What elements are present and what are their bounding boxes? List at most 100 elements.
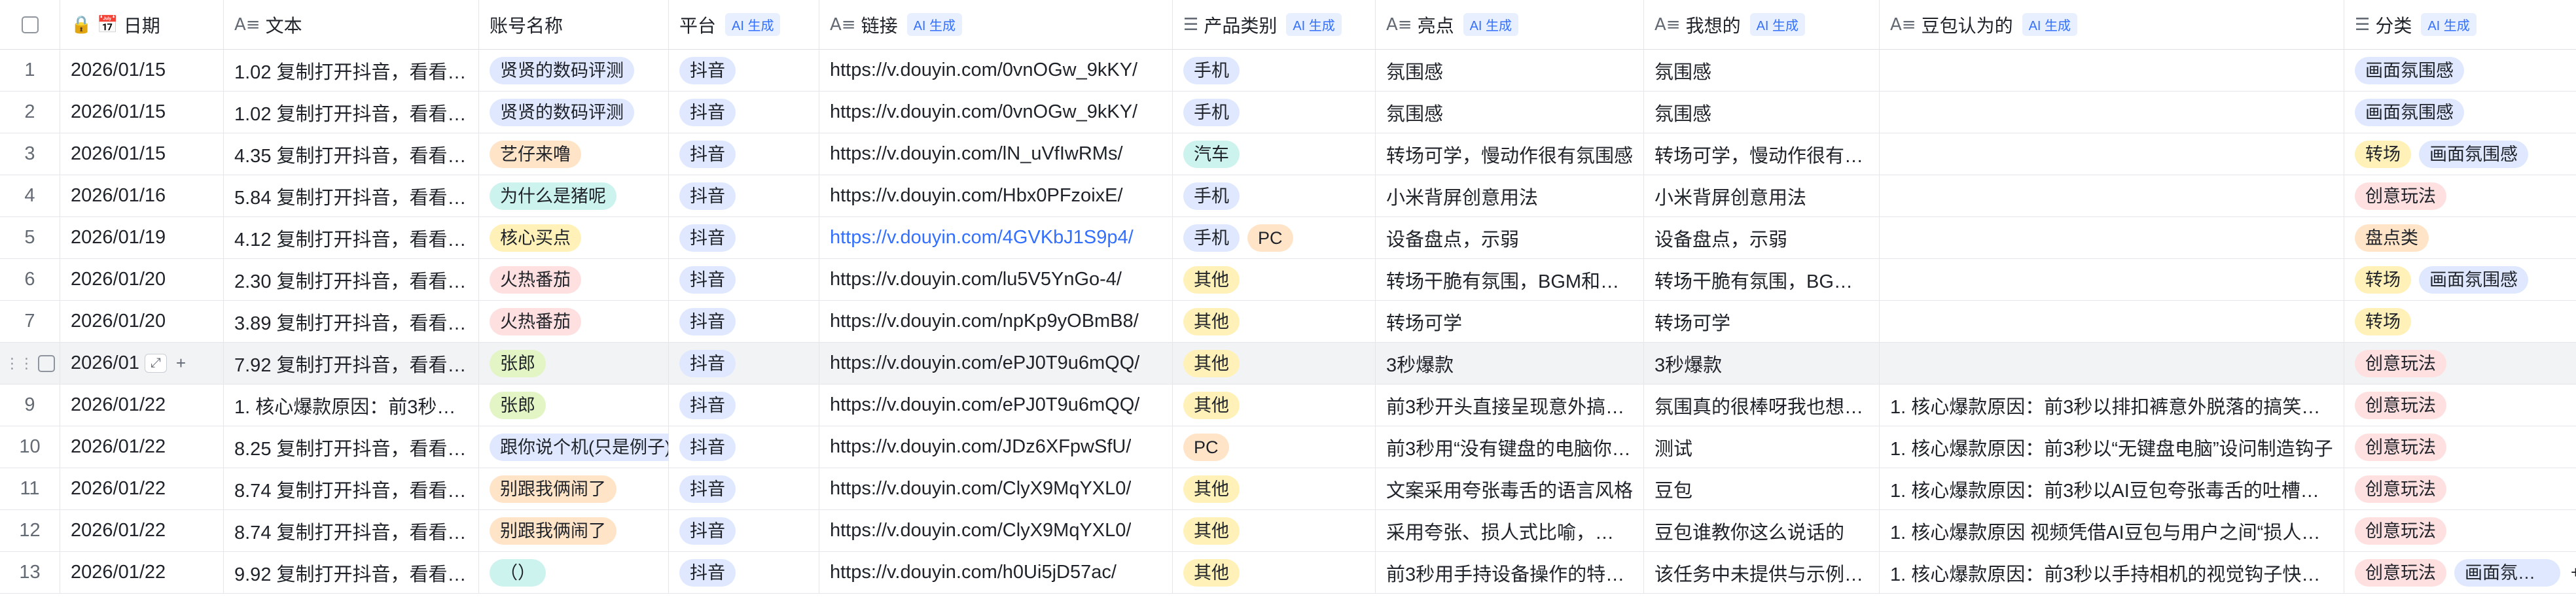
doubao-cell[interactable]: [1880, 259, 2344, 300]
platform-cell[interactable]: 抖音: [669, 133, 819, 175]
classify-cell[interactable]: 画面氛围感: [2344, 92, 2576, 133]
platform-cell[interactable]: 抖音: [669, 217, 819, 258]
link-cell[interactable]: https://v.douyin.com/0vnOGw_9kKY/: [819, 50, 1173, 91]
account-cell[interactable]: 艺仔来噜: [479, 133, 669, 175]
thoughts-cell[interactable]: 设备盘点，示弱: [1644, 217, 1880, 258]
category-cell[interactable]: 其他: [1173, 301, 1376, 342]
date-cell[interactable]: 2026/01/19: [60, 217, 224, 258]
link-cell[interactable]: https://v.douyin.com/Hbx0PFzoixE/: [819, 175, 1173, 216]
date-cell[interactable]: 2026/01/20: [60, 301, 224, 342]
thoughts-cell[interactable]: 转场干脆有氛围，BGM和转场卡点: [1644, 259, 1880, 300]
platform-cell[interactable]: 抖音: [669, 301, 819, 342]
classify-cell[interactable]: 创意玩法画面氛围感 +1: [2344, 552, 2576, 593]
link-cell[interactable]: https://v.douyin.com/h0Ui5jD57ac/: [819, 552, 1173, 593]
row-index-cell[interactable]: 7: [0, 301, 60, 342]
doubao-cell[interactable]: 1. 核心爆款原因：前3秒以AI豆包夸张毒舌的吐槽制造反差: [1880, 468, 2344, 509]
date-cell[interactable]: 2026/01/20: [60, 259, 224, 300]
classify-cell[interactable]: 盘点类: [2344, 217, 2576, 258]
link-value[interactable]: https://v.douyin.com/4GVKbJ1S9p4/: [830, 227, 1134, 248]
date-cell[interactable]: 2026/01/15: [60, 50, 224, 91]
platform-cell[interactable]: 抖音: [669, 468, 819, 509]
account-cell[interactable]: 贤贤的数码评测: [479, 92, 669, 133]
thoughts-cell[interactable]: 3秒爆款: [1644, 343, 1880, 384]
doubao-cell[interactable]: [1880, 343, 2344, 384]
row-index-cell[interactable]: 11: [0, 468, 60, 509]
link-cell[interactable]: https://v.douyin.com/npKp9yOBmB8/: [819, 301, 1173, 342]
category-cell[interactable]: 汽车: [1173, 133, 1376, 175]
account-cell[interactable]: 张郎: [479, 385, 669, 426]
link-cell[interactable]: https://v.douyin.com/4GVKbJ1S9p4/: [819, 217, 1173, 258]
row-index-cell[interactable]: 5: [0, 217, 60, 258]
row-index-cell[interactable]: 10: [0, 426, 60, 468]
platform-cell[interactable]: 抖音: [669, 426, 819, 468]
text-cell[interactable]: 8.74 复制打开抖音，看看【别跟我俩闹了的作品】: [224, 510, 479, 551]
link-value[interactable]: https://v.douyin.com/ClyX9MqYXL0/: [830, 478, 1131, 500]
col-header-account[interactable]: 账号名称: [479, 0, 669, 49]
highlight-cell[interactable]: 前3秒用“没有键盘的电脑你见过吗”: [1376, 426, 1644, 468]
doubao-cell[interactable]: 1. 核心爆款原因：前3秒以“无键盘电脑”设问制造钩子: [1880, 426, 2344, 468]
row-index-cell[interactable]: 1: [0, 50, 60, 91]
category-cell[interactable]: 手机 PC: [1173, 217, 1376, 258]
col-header-link[interactable]: A≡ 链接 AI 生成: [819, 0, 1173, 49]
highlight-cell[interactable]: 文案采用夸张毒舌的语言风格: [1376, 468, 1644, 509]
link-cell[interactable]: https://v.douyin.com/lN_uVfIwRMs/: [819, 133, 1173, 175]
link-value[interactable]: https://v.douyin.com/0vnOGw_9kKY/: [830, 101, 1137, 123]
classify-cell[interactable]: 创意玩法: [2344, 175, 2576, 216]
platform-cell[interactable]: 抖音: [669, 343, 819, 384]
account-cell[interactable]: 核心买点: [479, 217, 669, 258]
doubao-cell[interactable]: 1. 核心爆款原因：前3秒以排扣裤意外脱落的搞笑突发事件: [1880, 385, 2344, 426]
link-value[interactable]: https://v.douyin.com/npKp9yOBmB8/: [830, 311, 1139, 332]
date-cell[interactable]: 2026/01/22: [60, 468, 224, 509]
date-cell[interactable]: 2026/01/16: [60, 175, 224, 216]
platform-cell[interactable]: 抖音: [669, 92, 819, 133]
highlight-cell[interactable]: 前3秒开头直接呈现意外搞笑画面: [1376, 385, 1644, 426]
classify-cell[interactable]: 转场 画面氛围感: [2344, 259, 2576, 300]
thoughts-cell[interactable]: 转场可学: [1644, 301, 1880, 342]
link-cell[interactable]: https://v.douyin.com/ClyX9MqYXL0/: [819, 468, 1173, 509]
platform-cell[interactable]: 抖音: [669, 50, 819, 91]
text-cell[interactable]: 2.30 复制打开抖音，看看【火热番茄的作品】: [224, 259, 479, 300]
account-cell[interactable]: 贤贤的数码评测: [479, 50, 669, 91]
doubao-cell[interactable]: [1880, 133, 2344, 175]
text-cell[interactable]: 5.84 复制打开抖音，看看【为什么是猪呢的作品】: [224, 175, 479, 216]
link-value[interactable]: https://v.douyin.com/lu5V5YnGo-4/: [830, 269, 1122, 290]
platform-cell[interactable]: 抖音: [669, 510, 819, 551]
highlight-cell[interactable]: 转场干脆有氛围，BGM和转场卡点: [1376, 259, 1644, 300]
col-header-classify[interactable]: ☰ 分类 AI 生成: [2344, 0, 2576, 49]
doubao-cell[interactable]: [1880, 217, 2344, 258]
category-cell[interactable]: 其他: [1173, 343, 1376, 384]
category-cell[interactable]: 其他: [1173, 510, 1376, 551]
classify-cell[interactable]: 转场 画面氛围感: [2344, 133, 2576, 175]
highlight-cell[interactable]: 采用夸张、损人式比喻，结合场景: [1376, 510, 1644, 551]
doubao-cell[interactable]: 1. 核心爆款原因：前3秒以手持相机的视觉钩子快速吸引注意: [1880, 552, 2344, 593]
classify-cell[interactable]: 创意玩法: [2344, 426, 2576, 468]
platform-cell[interactable]: 抖音: [669, 552, 819, 593]
link-cell[interactable]: https://v.douyin.com/JDz6XFpwSfU/: [819, 426, 1173, 468]
account-cell[interactable]: （）: [479, 552, 669, 593]
text-cell[interactable]: 7.92 复制打开抖音，看看【张郎的作品】: [224, 343, 479, 384]
col-header-date[interactable]: 🔒 📅 日期: [60, 0, 224, 49]
link-cell[interactable]: https://v.douyin.com/lu5V5YnGo-4/: [819, 259, 1173, 300]
highlight-cell[interactable]: 前3秒用手持设备操作的特写镜头: [1376, 552, 1644, 593]
category-cell[interactable]: PC: [1173, 426, 1376, 468]
row-index-cell[interactable]: 12: [0, 510, 60, 551]
category-cell[interactable]: 手机: [1173, 50, 1376, 91]
thoughts-cell[interactable]: 氛围真的很棒呀我也想拍一个: [1644, 385, 1880, 426]
col-header-doubao[interactable]: A≡ 豆包认为的 AI 生成: [1880, 0, 2344, 49]
row-index-cell[interactable]: 9: [0, 385, 60, 426]
link-value[interactable]: https://v.douyin.com/ePJ0T9u6mQQ/: [830, 352, 1139, 374]
col-header-thoughts[interactable]: A≡ 我想的 AI 生成: [1644, 0, 1880, 49]
link-cell[interactable]: https://v.douyin.com/ClyX9MqYXL0/: [819, 510, 1173, 551]
text-cell[interactable]: 8.74 复制打开抖音，看看【别跟我俩闹了的作品】: [224, 468, 479, 509]
thoughts-cell[interactable]: 小米背屏创意用法: [1644, 175, 1880, 216]
link-value[interactable]: https://v.douyin.com/Hbx0PFzoixE/: [830, 185, 1123, 207]
link-cell[interactable]: https://v.douyin.com/ePJ0T9u6mQQ/: [819, 343, 1173, 384]
thoughts-cell[interactable]: 豆包谁教你这么说话的: [1644, 510, 1880, 551]
date-cell[interactable]: 2026/01/22: [60, 426, 224, 468]
more-tags-count[interactable]: +1: [2571, 562, 2576, 583]
account-cell[interactable]: 别跟我俩闹了: [479, 510, 669, 551]
category-cell[interactable]: 手机: [1173, 92, 1376, 133]
row-index-cell[interactable]: 4: [0, 175, 60, 216]
classify-cell[interactable]: 转场: [2344, 301, 2576, 342]
classify-cell[interactable]: 创意玩法: [2344, 468, 2576, 509]
